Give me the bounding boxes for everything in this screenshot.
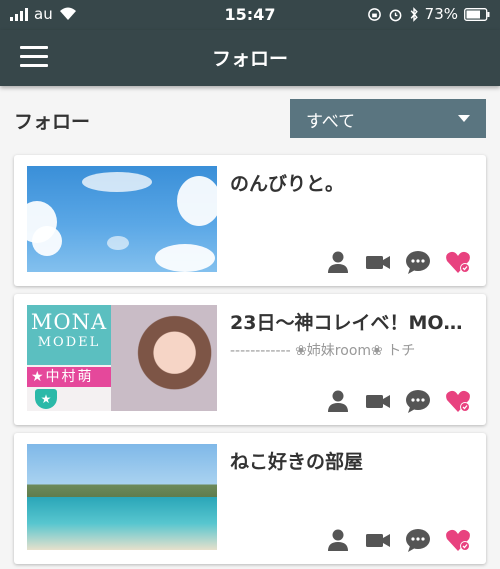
beach-thumbnail xyxy=(27,444,217,550)
heart-check-icon[interactable] xyxy=(444,248,472,276)
video-camera-icon[interactable] xyxy=(364,387,392,415)
mona-logo: MONA MODEL xyxy=(27,305,111,365)
filter-dropdown[interactable]: すべて xyxy=(290,99,486,138)
heart-check-icon[interactable] xyxy=(444,387,472,415)
page-title: フォロー xyxy=(211,48,288,70)
person-icon[interactable] xyxy=(324,526,352,554)
battery-icon xyxy=(464,7,490,21)
video-camera-icon[interactable] xyxy=(364,248,392,276)
alarm-icon xyxy=(389,9,402,21)
bluetooth-icon xyxy=(410,6,418,22)
follow-card-3[interactable]: ねこ好きの部屋 xyxy=(14,433,486,564)
mona-model-thumbnail: MONA MODEL ★中村萌 ★ xyxy=(27,305,217,411)
person-icon[interactable] xyxy=(324,248,352,276)
filter-selected-value: すべて xyxy=(306,112,356,132)
star-badge-icon: ★ xyxy=(35,389,57,409)
section-heading: フォロー xyxy=(14,111,91,133)
card-title: 23日～神コレイベ！MONA MODEL xyxy=(230,312,472,334)
chat-bubble-icon[interactable] xyxy=(404,387,432,415)
status-bar: au 15:47 73% xyxy=(0,0,500,30)
mona-name-tag: ★中村萌 xyxy=(27,367,111,387)
card-actions xyxy=(324,387,472,415)
video-camera-icon[interactable] xyxy=(364,526,392,554)
sky-thumbnail xyxy=(27,166,217,272)
battery-percent: 73% xyxy=(424,5,458,23)
dropdown-caret-icon xyxy=(458,115,470,122)
status-right: 73% xyxy=(367,5,490,23)
app-bar: フォロー xyxy=(0,30,500,86)
heart-check-icon[interactable] xyxy=(444,526,472,554)
chat-bubble-icon[interactable] xyxy=(404,248,432,276)
card-title: ねこ好きの部屋 xyxy=(230,451,364,473)
profile-photo xyxy=(111,305,217,411)
card-actions xyxy=(324,248,472,276)
card-subtitle: ------------ ❀姉妹room❀ トチ xyxy=(230,343,416,359)
chat-bubble-icon[interactable] xyxy=(404,526,432,554)
rotation-lock-icon xyxy=(367,7,381,21)
follow-card-1[interactable]: のんびりと。 xyxy=(14,155,486,286)
card-title: のんびりと。 xyxy=(230,173,345,195)
follow-card-2[interactable]: MONA MODEL ★中村萌 ★ 23日～神コレイベ！MONA MODEL -… xyxy=(14,294,486,425)
card-actions xyxy=(324,526,472,554)
person-icon[interactable] xyxy=(324,387,352,415)
